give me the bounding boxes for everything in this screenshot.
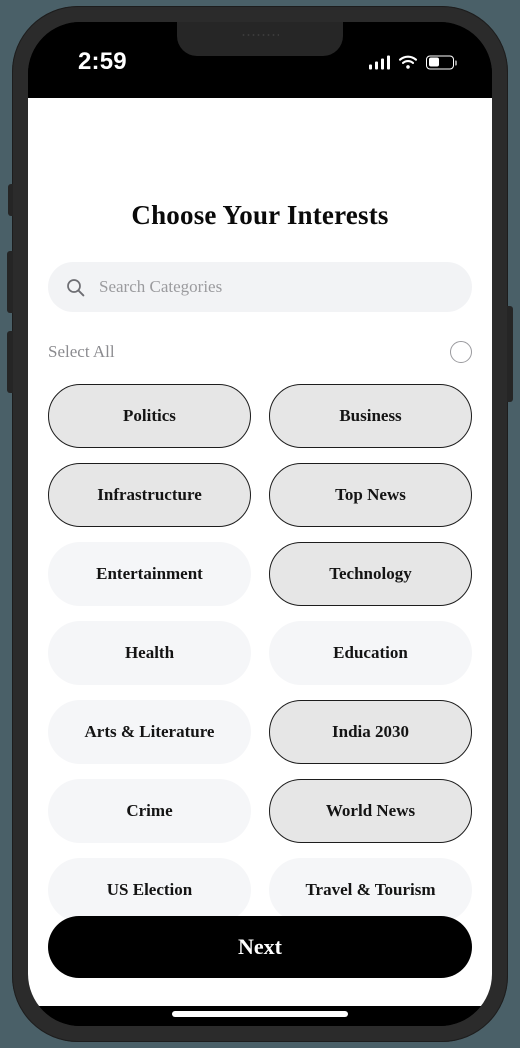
- category-chip[interactable]: World News: [269, 779, 472, 843]
- category-chip[interactable]: Education: [269, 621, 472, 685]
- search-icon: [67, 278, 85, 296]
- category-chip[interactable]: Crime: [48, 779, 251, 843]
- select-all-row[interactable]: Select All: [48, 336, 472, 368]
- page-title: Choose Your Interests: [131, 200, 389, 230]
- search-input[interactable]: [99, 277, 454, 297]
- signal-bars-icon: [368, 55, 390, 69]
- home-bar-area: [28, 1006, 492, 1026]
- category-chip[interactable]: Politics: [48, 384, 251, 448]
- category-chip[interactable]: US Election: [48, 858, 251, 922]
- category-chip-grid: Politics Business Infrastructure Top News En…: [48, 384, 472, 1006]
- category-chip[interactable]: Business: [269, 384, 472, 448]
- silent-switch-button[interactable]: [8, 184, 13, 216]
- search-bar[interactable]: [48, 262, 472, 312]
- next-button[interactable]: Next: [48, 916, 472, 978]
- power-button[interactable]: [507, 306, 513, 402]
- status-time: 2:59: [78, 48, 127, 75]
- notch: [177, 22, 343, 56]
- category-chip[interactable]: Travel & Tourism: [269, 858, 472, 922]
- category-chip[interactable]: India 2030: [269, 700, 472, 764]
- category-chip[interactable]: Arts & Literature: [48, 700, 251, 764]
- circle-unchecked-icon[interactable]: [450, 341, 472, 363]
- volume-down-button[interactable]: [7, 331, 13, 393]
- battery-icon: [426, 55, 457, 69]
- select-all-label: Select All: [48, 342, 115, 361]
- category-chip[interactable]: Technology: [269, 542, 472, 606]
- volume-up-button[interactable]: [7, 251, 13, 313]
- phone-frame: 2:59 Choose Your Interests Search Catego…: [7, 6, 513, 1042]
- phone-screen: 2:59 Choose Your Interests Search Catego…: [28, 22, 492, 1026]
- wifi-icon: [398, 55, 418, 69]
- status-indicators: [368, 55, 457, 70]
- category-chip[interactable]: Entertainment: [48, 542, 251, 606]
- app-content: Choose Your Interests Select All Politic…: [28, 98, 492, 1006]
- category-chip[interactable]: Infrastructure: [48, 463, 251, 527]
- category-chip[interactable]: Health: [48, 621, 251, 685]
- home-indicator[interactable]: [172, 1011, 348, 1017]
- category-chip[interactable]: Top News: [269, 463, 472, 527]
- speaker-grille-icon: [241, 33, 279, 37]
